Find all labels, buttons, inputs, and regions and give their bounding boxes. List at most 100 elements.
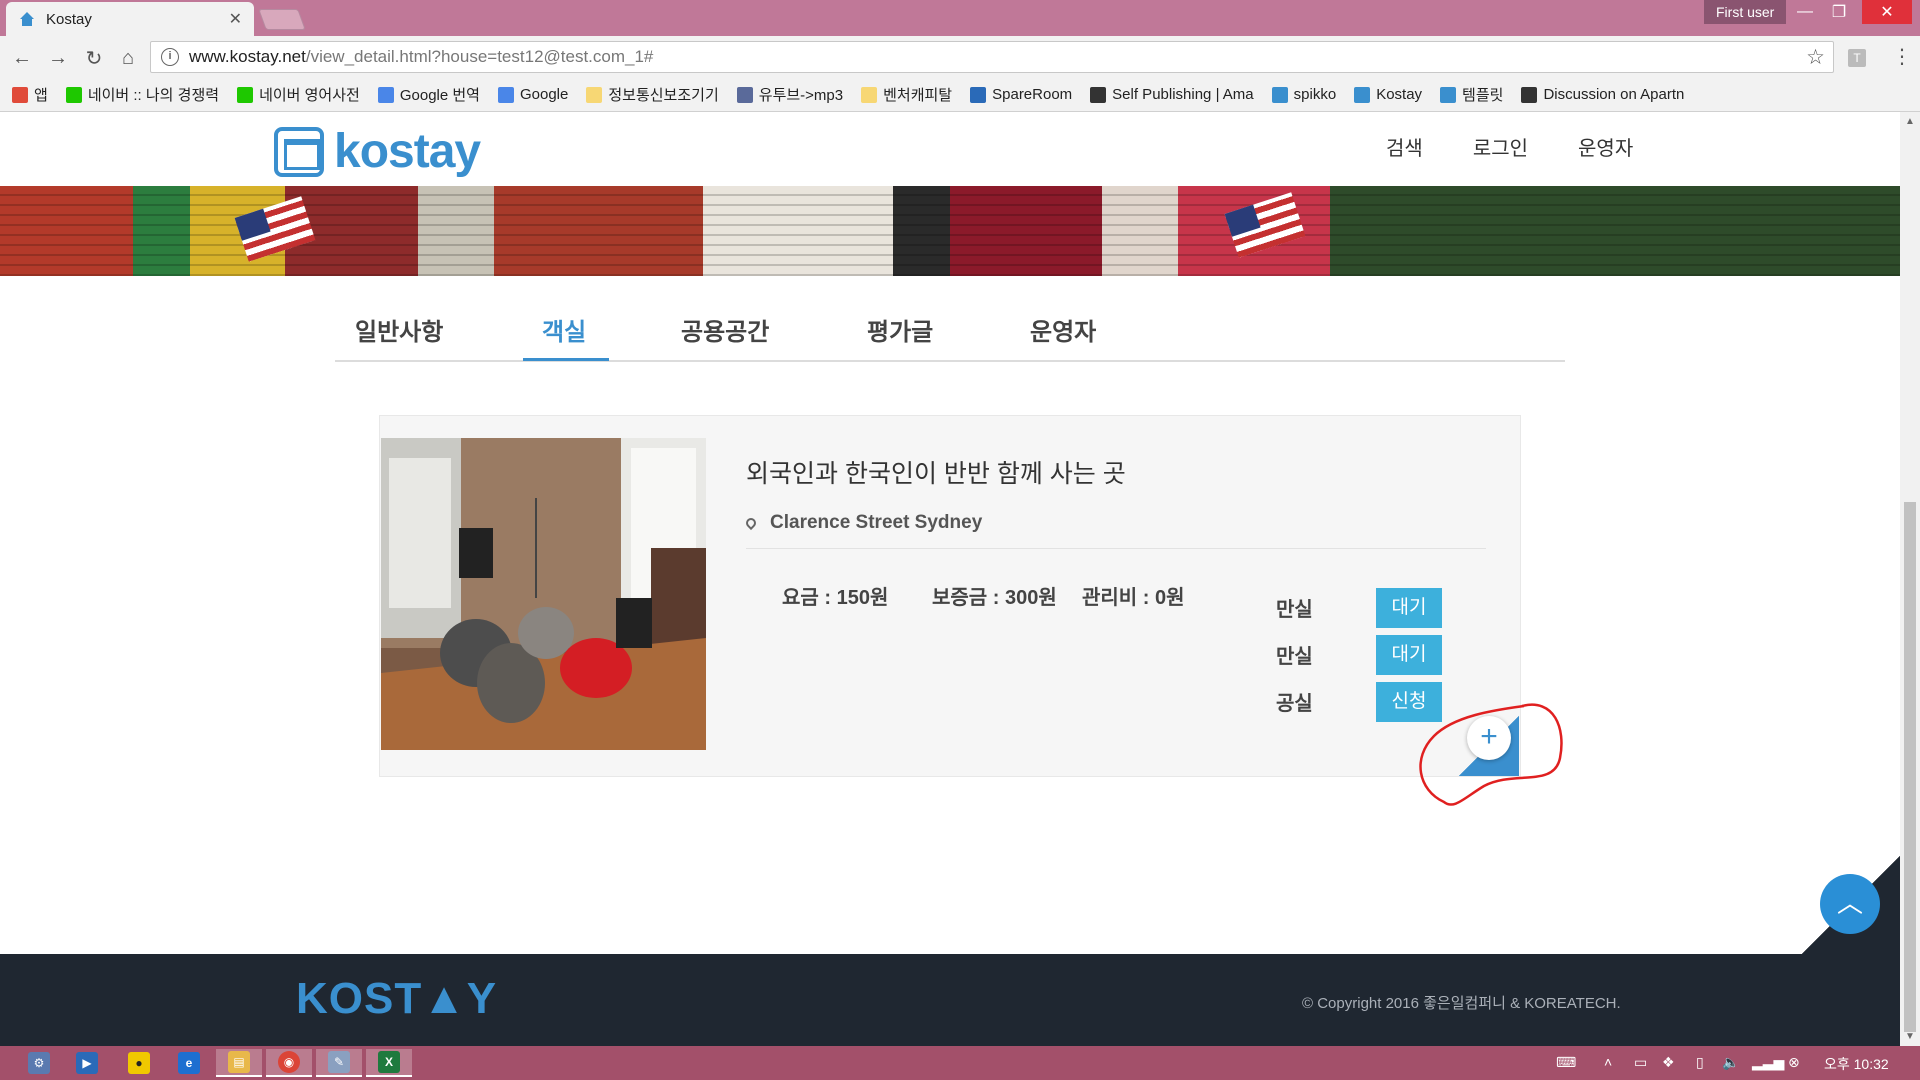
bookmark-item[interactable]: Kostay	[1354, 86, 1422, 103]
notification-icon[interactable]: ⊗	[1788, 1054, 1800, 1071]
close-window-icon[interactable]: ✕	[1862, 0, 1912, 24]
scroll-thumb[interactable]	[1904, 502, 1916, 1032]
bookmark-star-icon[interactable]: ☆	[1806, 45, 1825, 70]
wait-button[interactable]: 대기	[1376, 587, 1442, 628]
spareroom-icon	[970, 86, 987, 103]
taskbar-clock[interactable]: 오후 10:32	[1824, 1054, 1889, 1074]
bookmark-label: 유투브->mp3	[758, 87, 844, 104]
bookmark-label: spikko	[1293, 86, 1337, 103]
forward-icon[interactable]: →	[44, 44, 72, 72]
room-row: 만실 대기	[1276, 584, 1442, 631]
bookmark-label: Discussion on Apartn	[1543, 86, 1685, 103]
folder-icon	[586, 86, 603, 103]
settings-app-icon: ⚙	[28, 1052, 50, 1074]
taskbar-app[interactable]: e	[166, 1049, 212, 1077]
bookmark-label: Google	[519, 86, 569, 103]
page-viewport: kostay 검색 로그인 운영자 일반사항 객실 공용공간 평가글 운영자 외…	[0, 112, 1900, 1046]
dict-icon	[237, 86, 254, 103]
tray-expand-icon[interactable]: ˄	[1604, 1054, 1612, 1070]
wifi-signal-icon[interactable]: ▂▃▅	[1752, 1054, 1784, 1071]
battery-icon[interactable]: ▯	[1696, 1054, 1704, 1071]
nav-search[interactable]: 검색	[1386, 132, 1423, 161]
address-text: Clarence Street Sydney	[770, 512, 983, 533]
room-photo[interactable]	[381, 438, 706, 750]
bookmark-label: 네이버 :: 나의 경쟁력	[87, 87, 220, 104]
house-logo-icon	[274, 126, 324, 177]
google-translate-icon	[377, 86, 394, 103]
scroll-to-top-button[interactable]: ︿	[1820, 874, 1880, 934]
info-icon[interactable]: i	[161, 48, 179, 66]
scroll-up-icon[interactable]: ▲	[1905, 116, 1915, 127]
browser-menu-icon[interactable]: ⋮	[1892, 44, 1912, 69]
room-status: 만실	[1276, 599, 1313, 621]
book-icon	[1090, 86, 1107, 103]
room-status: 공실	[1276, 693, 1313, 715]
wait-button[interactable]: 대기	[1376, 634, 1442, 675]
keyboard-icon[interactable]: ⌨	[1556, 1054, 1576, 1071]
tab-reviews[interactable]: 평가글	[867, 312, 933, 347]
top-nav: 검색 로그인 운영자	[1386, 132, 1683, 161]
bookmark-item[interactable]: Self Publishing | Ama	[1090, 86, 1254, 103]
tab-close-icon[interactable]: ✕	[229, 9, 242, 29]
bookmark-item[interactable]: Google 번역	[377, 84, 480, 105]
bookmark-item[interactable]: spikko	[1271, 86, 1337, 103]
scroll-down-icon[interactable]: ▼	[1905, 1031, 1915, 1042]
footer-logo: KOST▲Y	[296, 974, 498, 1023]
volume-icon[interactable]: 🔈	[1722, 1054, 1739, 1071]
nav-operator[interactable]: 운영자	[1578, 132, 1633, 161]
taskbar-app[interactable]: ✎	[316, 1049, 362, 1077]
notepad-icon: ✎	[328, 1051, 350, 1073]
bookmark-item[interactable]: 앱	[12, 84, 48, 105]
tab-general[interactable]: 일반사항	[355, 312, 443, 347]
network-adapter-icon[interactable]: ▭	[1634, 1054, 1647, 1071]
tab-rooms[interactable]: 객실	[542, 312, 586, 347]
nav-login[interactable]: 로그인	[1473, 132, 1528, 161]
bookmark-item[interactable]: Google	[497, 86, 569, 103]
bookmark-label: Self Publishing | Ama	[1112, 86, 1254, 103]
bookmark-item[interactable]: 벤처캐피탈	[861, 84, 952, 105]
fee-list: 요금 : 150원 보증금 : 300원 관리비 : 0원	[782, 584, 1232, 612]
bookmark-item[interactable]: 템플릿	[1440, 84, 1503, 105]
bookmark-item[interactable]: 네이버 영어사전	[237, 84, 360, 105]
tab-operator[interactable]: 운영자	[1030, 312, 1096, 347]
profile-button[interactable]: First user	[1704, 0, 1787, 24]
minimize-icon[interactable]: —	[1788, 0, 1822, 24]
spikko-icon	[1271, 86, 1288, 103]
bookmark-item[interactable]: Discussion on Apartn	[1521, 86, 1684, 103]
taskbar-app[interactable]: X	[366, 1049, 412, 1077]
bookmark-item[interactable]: SpareRoom	[970, 86, 1072, 103]
bookmark-item[interactable]: 정보통신보조기기	[586, 84, 719, 105]
reload-icon[interactable]: ↻	[80, 44, 108, 72]
extension-icon[interactable]: T	[1848, 49, 1866, 67]
home-button-icon[interactable]: ⌂	[114, 44, 142, 72]
browser-toolbar: ← → ↻ ⌂ i www.kostay.net/view_detail.htm…	[0, 36, 1920, 78]
back-icon[interactable]: ←	[8, 44, 36, 72]
bookmark-label: 네이버 영어사전	[259, 87, 360, 104]
bookmark-item[interactable]: 네이버 :: 나의 경쟁력	[65, 84, 220, 105]
address-bar[interactable]: i www.kostay.net/view_detail.html?house=…	[150, 41, 1834, 73]
bookmark-item[interactable]: 유투브->mp3	[736, 84, 844, 105]
logo-text: kostay	[334, 125, 481, 178]
banner-image	[0, 186, 1900, 276]
home-icon	[1440, 86, 1457, 103]
room-info: 외국인과 한국인이 반반 함께 사는 곳 Clarence Street Syd…	[743, 454, 1486, 549]
taskbar-app[interactable]: ▶	[64, 1049, 110, 1077]
tab-common-space[interactable]: 공용공간	[681, 312, 769, 347]
restore-icon[interactable]: ❐	[1822, 0, 1856, 24]
kakaotalk-icon: ●	[128, 1052, 150, 1074]
taskbar-app[interactable]: ◉	[266, 1049, 312, 1077]
fee-maintenance: 관리비 : 0원	[1082, 587, 1185, 609]
red-circle-annotation	[1419, 703, 1563, 806]
folder-icon	[861, 86, 878, 103]
page-scrollbar[interactable]: ▲ ▼	[1900, 112, 1920, 1046]
browser-tab[interactable]: Kostay ✕	[6, 2, 254, 36]
taskbar-app[interactable]: ●	[116, 1049, 162, 1077]
taskbar-app[interactable]: ▤	[216, 1049, 262, 1077]
taskbar-app[interactable]: ⚙	[16, 1049, 62, 1077]
media-player-icon: ▶	[76, 1052, 98, 1074]
dropbox-icon[interactable]: ❖	[1662, 1054, 1675, 1071]
site-header: kostay 검색 로그인 운영자	[0, 112, 1900, 186]
site-logo[interactable]: kostay	[274, 124, 481, 179]
room-status: 만실	[1276, 646, 1313, 668]
new-tab-button[interactable]	[258, 9, 306, 30]
